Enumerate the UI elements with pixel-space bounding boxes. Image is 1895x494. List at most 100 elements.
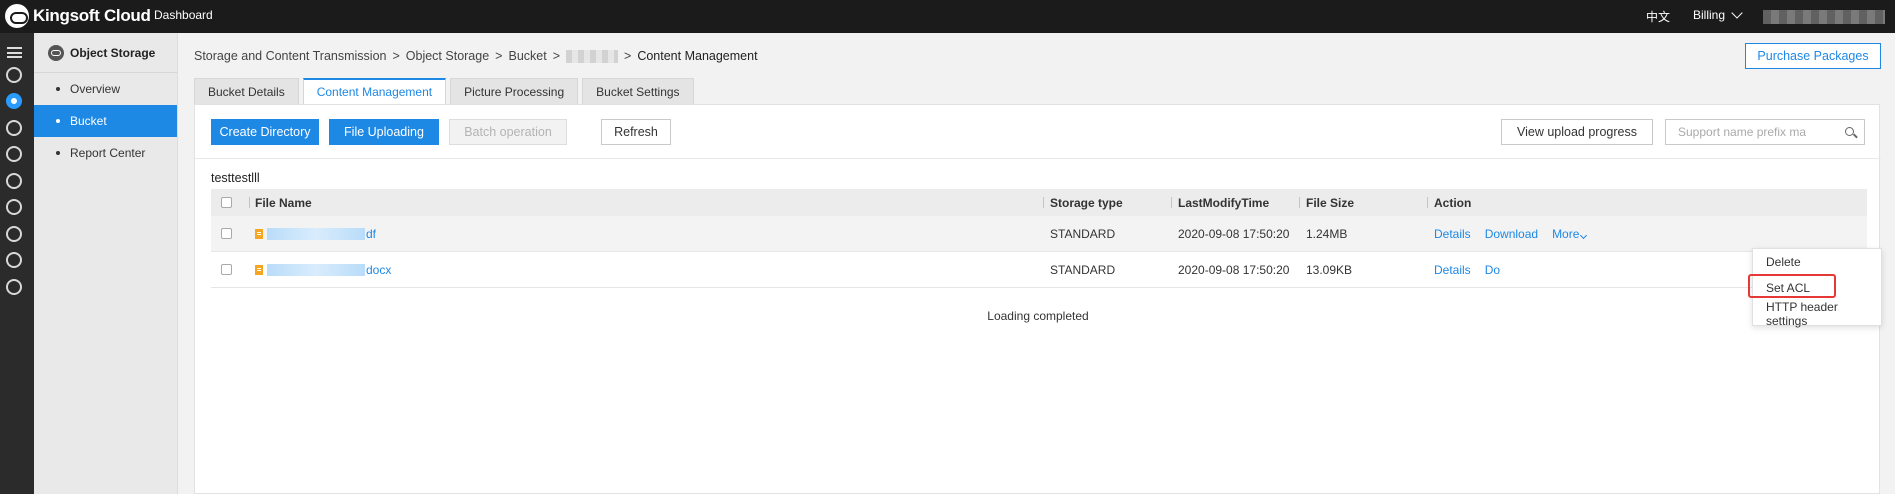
tab-content-management[interactable]: Content Management	[302, 78, 447, 104]
column-header-file-size[interactable]: File Size	[1306, 189, 1354, 216]
menu-item-http-header-settings[interactable]: HTTP header settings	[1753, 300, 1881, 328]
view-upload-progress-button[interactable]: View upload progress	[1501, 119, 1653, 145]
language-switch[interactable]: 中文	[1646, 8, 1670, 25]
modified-time-cell: 2020-09-08 17:50:20	[1178, 262, 1290, 277]
database-icon[interactable]	[6, 120, 22, 136]
file-size-cell: 1.24MB	[1306, 226, 1348, 241]
file-icon	[255, 264, 263, 275]
top-bar: Kingsoft Cloud Dashboard 中文 Billing	[0, 0, 1895, 33]
batch-operation-button[interactable]: Batch operation	[449, 119, 567, 145]
details-link[interactable]: Details	[1434, 263, 1471, 277]
content-panel: Create Directory File Uploading Batch op…	[194, 104, 1881, 494]
search-box[interactable]	[1665, 119, 1865, 145]
list-icon[interactable]	[6, 146, 22, 162]
bullet-icon	[56, 151, 60, 155]
chevron-down-icon	[1580, 231, 1588, 239]
billing-menu[interactable]: Billing	[1693, 7, 1743, 22]
storage-type-cell: STANDARD	[1050, 262, 1116, 277]
brand-name: Kingsoft Cloud	[33, 6, 151, 25]
file-icon	[255, 228, 263, 239]
file-uploading-button[interactable]: File Uploading	[329, 119, 439, 145]
more-menu-trigger[interactable]: More	[1552, 227, 1588, 241]
network-icon[interactable]	[6, 199, 22, 215]
modified-time-cell: 2020-09-08 17:50:20	[1178, 226, 1290, 241]
file-name-redacted	[267, 263, 365, 276]
details-link[interactable]: Details	[1434, 227, 1471, 241]
bullet-icon	[56, 87, 60, 91]
column-header-file-name[interactable]: File Name	[255, 189, 312, 216]
row-checkbox[interactable]	[221, 264, 232, 275]
chevron-down-icon	[1731, 7, 1743, 19]
group-icon[interactable]	[6, 173, 22, 189]
menu-item-delete[interactable]: Delete	[1753, 249, 1881, 275]
sidebar-header: Object Storage	[34, 33, 177, 73]
object-storage-icon	[48, 44, 64, 61]
sidebar: Object Storage Overview Bucket Report Ce…	[34, 33, 178, 494]
sidebar-item-label: Overview	[70, 82, 121, 96]
user-account-redacted[interactable]	[1763, 10, 1885, 24]
file-table: File Name Storage type LastModifyTime Fi…	[211, 189, 1867, 288]
breadcrumb-separator: >	[392, 49, 400, 63]
column-header-action: Action	[1434, 195, 1472, 210]
file-size-cell: 13.09KB	[1306, 262, 1353, 277]
table-header: File Name Storage type LastModifyTime Fi…	[211, 189, 1867, 216]
divider	[195, 158, 1881, 159]
breadcrumb-storage[interactable]: Storage and Content Transmission	[194, 49, 386, 63]
cloud-icon[interactable]	[6, 93, 22, 109]
tab-bar: Bucket Details Content Management Pictur…	[194, 78, 694, 104]
sidebar-item-label: Bucket	[70, 114, 107, 128]
breadcrumb-current: Content Management	[637, 49, 758, 63]
create-directory-button[interactable]: Create Directory	[211, 119, 319, 145]
storage-icon[interactable]	[6, 67, 22, 83]
column-header-storage-type[interactable]: Storage type	[1050, 189, 1123, 216]
sidebar-item-overview[interactable]: Overview	[34, 73, 177, 105]
server-icon[interactable]	[6, 252, 22, 268]
download-link[interactable]: Download	[1485, 227, 1538, 241]
sidebar-item-label: Report Center	[70, 146, 146, 160]
product-icon-rail	[0, 33, 34, 494]
column-header-last-modify-time[interactable]: LastModifyTime	[1178, 189, 1269, 216]
refresh-button[interactable]: Refresh	[601, 119, 671, 145]
column-divider	[1299, 197, 1300, 208]
sidebar-item-report-center[interactable]: Report Center	[34, 137, 177, 169]
select-all-checkbox[interactable]	[221, 197, 232, 208]
dashboard-link[interactable]: Dashboard	[154, 8, 213, 22]
billing-label: Billing	[1693, 8, 1726, 22]
tab-picture-processing[interactable]: Picture Processing	[450, 78, 579, 104]
brand-logo[interactable]: Kingsoft Cloud	[5, 4, 151, 28]
breadcrumb-separator: >	[495, 49, 503, 63]
breadcrumb-bucket-name-redacted[interactable]	[566, 49, 619, 63]
breadcrumb-separator: >	[624, 49, 632, 63]
storage-type-cell: STANDARD	[1050, 226, 1116, 241]
breadcrumb-bucket[interactable]: Bucket	[508, 49, 546, 63]
column-divider	[1043, 197, 1044, 208]
tab-bucket-settings[interactable]: Bucket Settings	[582, 78, 694, 104]
file-name-redacted	[267, 227, 365, 240]
sidebar-title: Object Storage	[70, 45, 156, 60]
breadcrumb-separator: >	[552, 49, 561, 63]
search-input[interactable]	[1678, 120, 1838, 144]
column-divider	[1171, 197, 1172, 208]
breadcrumb: Storage and Content Transmission > Objec…	[194, 49, 758, 63]
file-name-suffix: df	[366, 226, 377, 241]
column-divider	[1427, 197, 1428, 208]
search-icon[interactable]	[1845, 127, 1854, 136]
breadcrumb-object-storage[interactable]: Object Storage	[406, 49, 489, 63]
purchase-packages-button[interactable]: Purchase Packages	[1745, 43, 1881, 69]
download-link[interactable]: Do	[1485, 263, 1500, 277]
current-path-label: testtestlll	[211, 171, 260, 185]
monitor-icon[interactable]	[6, 279, 22, 295]
column-divider	[249, 197, 250, 208]
tab-bucket-details[interactable]: Bucket Details	[194, 78, 299, 104]
file-name-link[interactable]: docx	[267, 263, 391, 277]
table-row[interactable]: df STANDARD 2020-09-08 17:50:20 1.24MB D…	[211, 216, 1867, 252]
action-cell: Details Do	[1434, 252, 1514, 287]
menu-icon[interactable]	[7, 47, 22, 58]
table-row[interactable]: docx STANDARD 2020-09-08 17:50:20 13.09K…	[211, 252, 1867, 288]
sidebar-item-bucket[interactable]: Bucket	[34, 105, 177, 137]
file-name-link[interactable]: df	[267, 227, 376, 241]
row-checkbox[interactable]	[221, 228, 232, 239]
action-cell: Details Download More	[1434, 216, 1588, 251]
sync-icon[interactable]	[6, 226, 22, 242]
set-acl-highlight-box	[1748, 274, 1836, 298]
